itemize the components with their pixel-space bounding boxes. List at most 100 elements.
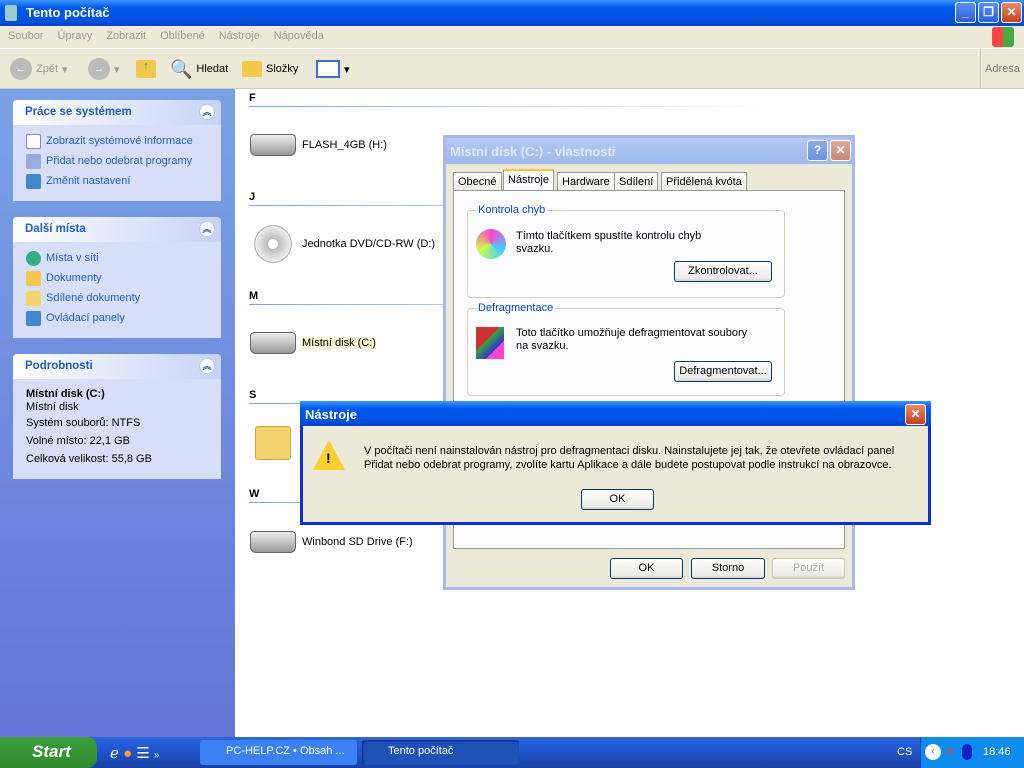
help-button[interactable]: ?	[807, 140, 828, 161]
cancel-button[interactable]: Storno	[691, 558, 765, 579]
task-browser[interactable]: PC-HELP.CZ • Obsah ...	[200, 740, 357, 765]
link-add-remove[interactable]: Přidat nebo odebrat programy	[13, 151, 221, 171]
collapse-icon[interactable]: ︽	[199, 358, 215, 374]
tab-general[interactable]: Obecné	[453, 172, 502, 191]
link-label: Přidat nebo odebrat programy	[46, 155, 193, 167]
apply-button[interactable]: Použít	[772, 558, 845, 579]
shared-folder-icon[interactable]	[255, 426, 291, 460]
link-label: Místa v síti	[46, 252, 99, 264]
maximize-button[interactable]: ❐	[978, 2, 999, 23]
search-button[interactable]: 🔍 Hledat	[170, 57, 228, 81]
drive-label: Winbond SD Drive (F:)	[302, 536, 413, 548]
folders-label: Složky	[266, 63, 299, 75]
views-icon	[316, 60, 340, 78]
tab-quota[interactable]: Přidělená kvóta	[661, 172, 747, 191]
menu-bar: Soubor Úpravy Zobrazit Oblíbené Nástroje Nápo…	[0, 26, 1024, 49]
ok-button[interactable]: OK	[610, 558, 683, 579]
language-indicator[interactable]: CS	[897, 746, 912, 758]
details-filesystem: Systém souborů: NTFS	[26, 417, 141, 429]
tray-expand-icon[interactable]: ‹	[925, 744, 941, 760]
menu-file[interactable]: Soubor	[8, 30, 43, 42]
link-change-settings[interactable]: Změnit nastavení	[13, 171, 221, 191]
collapse-icon[interactable]: ︽	[199, 104, 215, 120]
start-button[interactable]: Start	[0, 737, 97, 768]
folders-icon	[242, 61, 262, 77]
task-label: Tento počítač	[388, 745, 454, 757]
drive-icon	[250, 332, 296, 354]
minimize-button[interactable]: _	[955, 2, 976, 23]
drive-icon	[250, 134, 296, 156]
dialog-title: Místní disk (C:) - vlastnosti	[450, 144, 616, 159]
message-ok-button[interactable]: OK	[581, 489, 654, 510]
group-header: F	[249, 92, 256, 104]
defragment-now-button[interactable]: Defragmentovat...	[674, 361, 772, 382]
details-panel: Podrobnosti ︽ Místní disk (C:) Místní dis…	[13, 354, 221, 479]
menu-tools[interactable]: Nástroje	[219, 30, 260, 42]
drive-dvd[interactable]: Jednotka DVD/CD-RW (D:)	[250, 222, 435, 266]
menu-help[interactable]: Nápověda	[274, 30, 324, 42]
more-icon[interactable]: »	[154, 750, 160, 761]
firefox-icon[interactable]: ●	[123, 745, 132, 762]
panel-title: Další místa	[25, 223, 86, 235]
message-text: V počítači není nainstalován nástroj pro…	[364, 445, 895, 471]
message-title-bar: Nástroje	[300, 401, 931, 426]
folder-up-icon: ↑	[136, 60, 156, 78]
back-button[interactable]: ← Zpět ▾	[10, 57, 68, 81]
check-description: Tímto tlačítkem spustíte kontrolu chyb s…	[516, 230, 702, 255]
details-free-space: Volné místo: 22,1 GB	[26, 435, 130, 447]
menu-favorites[interactable]: Oblíbené	[160, 30, 205, 42]
tab-hardware[interactable]: Hardware	[557, 172, 615, 191]
group-header: J	[249, 191, 256, 203]
dialog-title-bar: Místní disk (C:) - vlastnosti	[446, 138, 852, 164]
toolbar: ← Zpět ▾ → ▾ ↑ 🔍 Hledat Složky ▾ Adresa	[0, 49, 1024, 89]
menu-edit[interactable]: Úpravy	[57, 30, 92, 42]
drive-sd[interactable]: Winbond SD Drive (F:)	[250, 531, 413, 553]
add-remove-icon	[26, 153, 41, 169]
collapse-icon[interactable]: ︽	[199, 221, 215, 237]
back-arrow-icon: ←	[10, 58, 32, 80]
control-panel-icon	[26, 310, 41, 326]
forward-button[interactable]: → ▾	[88, 57, 120, 81]
system-info-icon	[26, 133, 41, 149]
tab-tools[interactable]: Nástroje	[503, 169, 554, 191]
drive-c[interactable]: Místní disk (C:)	[250, 332, 376, 354]
drive-label: FLASH_4GB (H:)	[302, 139, 387, 151]
check-now-button[interactable]: Zkontrolovat...	[674, 261, 772, 282]
bluetooth-icon[interactable]	[962, 744, 972, 760]
drive-icon	[250, 531, 296, 553]
message-close-button[interactable]: ✕	[905, 404, 926, 425]
show-desktop-icon[interactable]: ☰	[136, 745, 149, 762]
link-documents[interactable]: Dokumenty	[13, 268, 221, 288]
address-label: Adresa	[985, 63, 1020, 75]
computer-icon	[5, 5, 17, 21]
control-panel-icon	[26, 173, 41, 189]
link-label: Změnit nastavení	[46, 175, 131, 187]
defrag-icon	[476, 327, 504, 359]
folders-button[interactable]: Složky	[242, 57, 298, 81]
link-network[interactable]: Místa v síti	[13, 248, 221, 268]
defrag-description: Toto tlačítko umožňuje defragmentovat so…	[516, 327, 748, 352]
views-button[interactable]: ▾	[316, 57, 350, 81]
tab-label: Sdílení	[619, 176, 654, 188]
back-label: Zpět	[36, 63, 59, 75]
link-label: Zobrazit systémové informace	[46, 135, 193, 147]
drive-flash[interactable]: FLASH_4GB (H:)	[250, 134, 387, 156]
network-icon[interactable]: ✕	[945, 745, 954, 758]
quick-launch: ℯ ● ☰ »	[110, 744, 159, 762]
link-shared-documents[interactable]: Sdílené dokumenty	[13, 288, 221, 308]
tab-sharing[interactable]: Sdílení	[614, 172, 659, 191]
ie-icon[interactable]: ℯ	[110, 745, 119, 762]
dialog-close-button[interactable]: ✕	[830, 140, 851, 161]
up-folder-button[interactable]: ↑	[136, 57, 156, 81]
task-my-computer[interactable]: Tento počítač	[362, 740, 519, 765]
menu-view[interactable]: Zobrazit	[106, 30, 146, 42]
clock[interactable]: 18:46	[983, 746, 1011, 758]
windows-logo	[992, 27, 1014, 47]
warning-mark: !	[326, 450, 331, 466]
close-button[interactable]: ✕	[1001, 2, 1022, 23]
link-system-info[interactable]: Zobrazit systémové informace	[13, 131, 221, 151]
cd-drive-icon	[250, 222, 296, 266]
group-header: M	[249, 290, 259, 302]
link-control-panel[interactable]: Ovládací panely	[13, 308, 221, 328]
other-places-panel: Další místa ︽ Místa v síti Dokumenty Sdíl…	[13, 217, 221, 338]
